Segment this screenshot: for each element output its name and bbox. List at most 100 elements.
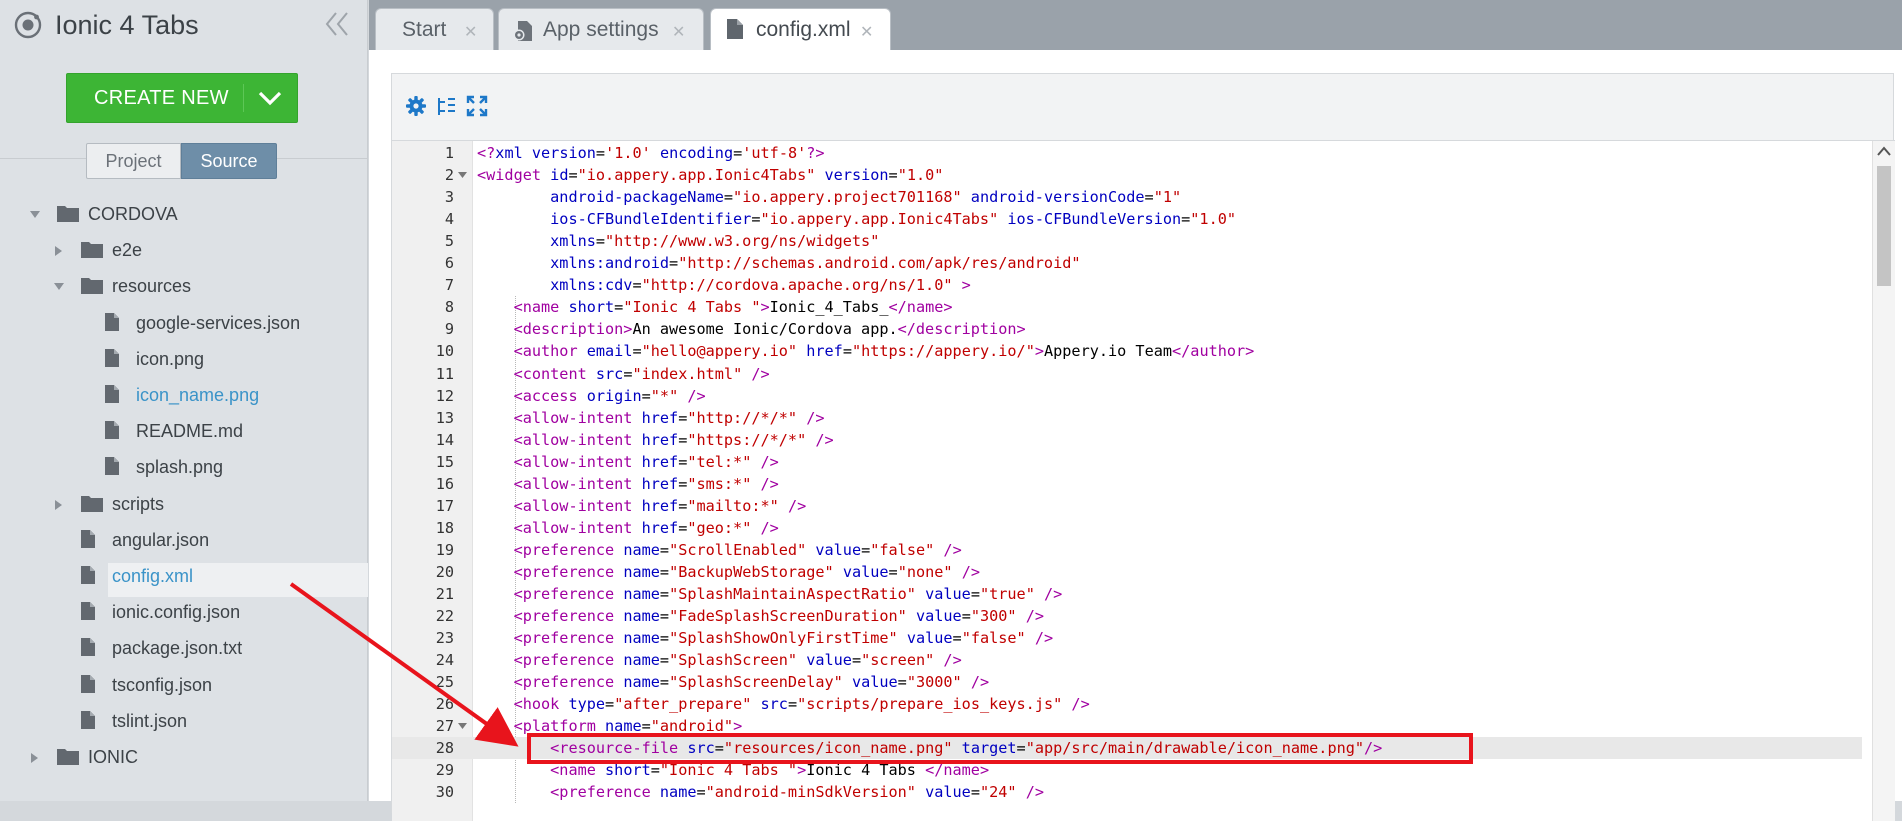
tab-start[interactable]: Start ✕	[375, 8, 494, 50]
chevron-down-icon[interactable]	[258, 89, 282, 107]
tab-bar: Start ✕ App settings ✕ config.xml ✕	[369, 0, 1902, 51]
code-line[interactable]: 10 <author email="hello@appery.io" href=…	[392, 340, 1862, 362]
tree-item[interactable]: package.json.txt	[0, 634, 368, 664]
folder-icon	[56, 746, 80, 771]
tree-item[interactable]: icon.png	[0, 345, 368, 375]
line-number: 26	[435, 695, 454, 714]
code-line[interactable]: 28 <resource-file src="resources/icon_na…	[392, 737, 1862, 760]
code-token: "24"	[979, 783, 1017, 802]
code-token: "1"	[1153, 188, 1182, 207]
code-token: src	[687, 739, 715, 758]
code-line[interactable]: 21 <preference name="SplashMaintainAspec…	[392, 583, 1862, 605]
code-line[interactable]: 5 xmlns="http://www.w3.org/ns/widgets"	[392, 230, 1862, 252]
code-line[interactable]: 23 <preference name="SplashShowOnlyFirst…	[392, 627, 1862, 649]
code-token: />	[1025, 607, 1045, 626]
indent-icon[interactable]	[435, 95, 457, 117]
code-line[interactable]: 2 <widget id="io.appery.app.Ionic4Tabs" v…	[392, 164, 1862, 186]
code-token: 'utf-8'	[742, 144, 807, 162]
code-line[interactable]: 18 <allow-intent href="geo:*" />	[392, 517, 1862, 539]
tree-item[interactable]: e2e	[0, 236, 368, 266]
code-line[interactable]: 13 <allow-intent href="http://*/*" />	[392, 407, 1862, 429]
vertical-scrollbar[interactable]	[1872, 141, 1895, 821]
code-token: <allow-intent	[513, 518, 633, 537]
scroll-up-icon[interactable]	[1873, 141, 1895, 163]
fold-arrow-icon[interactable]	[458, 723, 467, 730]
code-token: "false"	[961, 629, 1026, 648]
settings-gear-icon[interactable]	[405, 95, 427, 117]
chevron-down-icon[interactable]	[53, 281, 65, 293]
close-icon[interactable]: ✕	[672, 22, 685, 42]
code-line[interactable]: 24 <preference name="SplashScreen" value…	[392, 649, 1862, 671]
tree-item[interactable]: tslint.json	[0, 707, 368, 737]
code-line[interactable]: 27 <platform name="android">	[392, 715, 1862, 737]
code-token: "http://cordova.apache.org/ns/1.0"	[641, 276, 953, 295]
code-line[interactable]: 12 <access origin="*" />	[392, 385, 1862, 407]
code-line[interactable]: 11 <content src="index.html" />	[392, 363, 1862, 385]
tree-item[interactable]: config.xml	[0, 562, 368, 597]
tree-item[interactable]: ionic.config.json	[0, 598, 368, 628]
code-line[interactable]: 8 <name short="Ionic 4 Tabs ">Ionic_4_Ta…	[392, 296, 1862, 318]
tab-label: Start	[402, 18, 447, 41]
code-line[interactable]: 29 <name short="Ionic 4 Tabs ">Ionic 4 T…	[392, 759, 1862, 781]
code-line[interactable]: 20 <preference name="BackupWebStorage" v…	[392, 561, 1862, 583]
scroll-thumb[interactable]	[1877, 166, 1891, 286]
tree-item[interactable]: google-services.json	[0, 309, 368, 339]
tree-item[interactable]: scripts	[0, 490, 368, 520]
tab-config-xml[interactable]: config.xml ✕	[710, 8, 891, 51]
close-icon[interactable]: ✕	[860, 22, 873, 42]
tree-item[interactable]: icon_name.png	[0, 381, 368, 411]
code-line[interactable]: 25 <preference name="SplashScreenDelay" …	[392, 671, 1862, 693]
close-icon[interactable]: ✕	[464, 22, 477, 42]
code-line[interactable]: 6 xmlns:android="http://schemas.android.…	[392, 252, 1862, 274]
code-line[interactable]: 1 <?xml version='1.0' encoding='utf-8'?>	[392, 142, 1862, 164]
code-line[interactable]: 22 <preference name="FadeSplashScreenDur…	[392, 605, 1862, 627]
tree-item[interactable]: CORDOVA	[0, 200, 368, 230]
tree-item[interactable]: tsconfig.json	[0, 671, 368, 701]
collapse-sidebar-icon[interactable]	[324, 10, 350, 38]
code-token: name	[623, 651, 660, 670]
line-number: 7	[444, 276, 454, 295]
chevron-right-icon[interactable]	[29, 752, 41, 764]
code-line[interactable]: 14 <allow-intent href="https://*/*" />	[392, 429, 1862, 451]
chevron-right-icon[interactable]	[53, 499, 65, 511]
code-text: <author email="hello@appery.io" href="ht…	[477, 340, 1255, 362]
code-token: =	[650, 761, 660, 780]
code-line[interactable]: 7 xmlns:cdv="http://cordova.apache.org/n…	[392, 274, 1862, 296]
fullscreen-icon[interactable]	[466, 95, 488, 117]
tree-item[interactable]: angular.json	[0, 526, 368, 556]
toggle-source[interactable]: Source	[181, 143, 277, 179]
code-text: <?xml version='1.0' encoding='utf-8'?>	[477, 142, 825, 164]
code-token: <preference	[513, 673, 615, 692]
code-line[interactable]: 26 <hook type="after_prepare" src="scrip…	[392, 693, 1862, 715]
toggle-project[interactable]: Project	[86, 143, 181, 179]
tab-app-settings[interactable]: App settings ✕	[498, 8, 704, 50]
fold-arrow-icon[interactable]	[458, 172, 467, 179]
code-line[interactable]: 17 <allow-intent href="mailto:*" />	[392, 495, 1862, 517]
code-token: name	[623, 673, 660, 692]
code-line[interactable]: 4 ios-CFBundleIdentifier = "io.appery.app.…	[392, 208, 1862, 230]
tree-item[interactable]: resources	[0, 272, 368, 302]
code-line[interactable]: 16 <allow-intent href="sms:*" />	[392, 473, 1862, 495]
chevron-down-icon[interactable]	[29, 209, 41, 221]
code-token: "none"	[897, 562, 953, 581]
code-line[interactable]: 3 android-packageName="io.appery.project…	[392, 186, 1862, 208]
code-area[interactable]: 1 <?xml version='1.0' encoding='utf-8'?> 2…	[392, 140, 1895, 821]
tree-item[interactable]: README.md	[0, 417, 368, 447]
code-line[interactable]: 30 <preference name="android-minSdkVersi…	[392, 781, 1862, 803]
tree-item[interactable]: splash.png	[0, 453, 368, 483]
code-line[interactable]: 15 <allow-intent href="tel:*" />	[392, 451, 1862, 473]
code-token: "after_prepare"	[614, 695, 752, 714]
create-new-button[interactable]: CREATE NEW	[66, 73, 298, 123]
code-line[interactable]: 19 <preference name="ScrollEnabled" valu…	[392, 539, 1862, 561]
code-line[interactable]: 9 <description>An awesome Ionic/Cordova …	[392, 318, 1862, 340]
tree-item[interactable]: IONIC	[0, 743, 368, 773]
code-token: =	[678, 430, 688, 449]
chevron-right-icon[interactable]	[53, 245, 65, 257]
code-token: "FadeSplashScreenDuration"	[669, 607, 907, 626]
